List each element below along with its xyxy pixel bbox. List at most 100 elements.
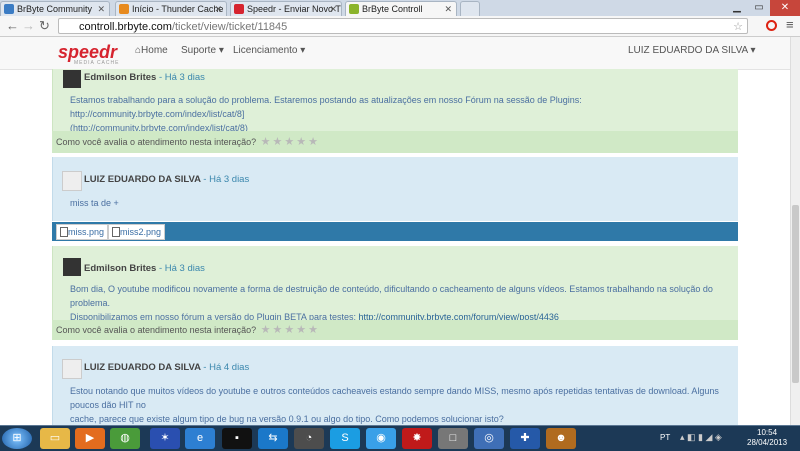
ticket-post: LUIZ EDUARDO DA SILVA - Há 4 dias Estou … (52, 346, 738, 425)
nav-home-label: Home (141, 45, 168, 56)
scrollbar-thumb[interactable] (792, 205, 799, 383)
post-time: - Há 3 dias (158, 263, 205, 274)
rating-star-icon[interactable]: ★ (284, 320, 294, 340)
tab-label: Início - Thunder Cache Pr (132, 4, 227, 14)
browser-tab-brbyte-controll[interactable]: BrByte Controll ✕ (345, 1, 457, 16)
caret-down-icon: ▾ (750, 45, 756, 56)
nav-home[interactable]: ⌂Home (135, 45, 168, 56)
new-tab-button[interactable] (460, 1, 480, 16)
clock-time: 10:54 (757, 428, 778, 437)
author-name: LUIZ EDUARDO DA SILVA (84, 174, 201, 185)
close-tab-icon[interactable]: ✕ (97, 2, 105, 16)
game-app-icon[interactable]: ✸ (402, 428, 432, 449)
tab-label: BrByte Community (17, 4, 93, 14)
rating-star-icon[interactable]: ★ (261, 320, 271, 340)
system-clock[interactable]: 10:54 28/04/2013 (747, 428, 787, 448)
thunder-favicon-icon (119, 4, 129, 14)
avatar (62, 171, 82, 191)
maximize-icon[interactable]: ▭ (748, 0, 770, 16)
nav-support[interactable]: Suporte ▾ (181, 45, 224, 56)
internet-explorer-icon[interactable]: e (185, 428, 215, 449)
rating-star-icon[interactable]: ★ (273, 131, 283, 153)
rating-star-icon[interactable]: ★ (296, 131, 306, 153)
user-menu[interactable]: LUIZ EDUARDO DA SILVA ▾ (628, 45, 755, 56)
media-player-icon[interactable]: ▶ (75, 428, 105, 449)
author-name: Edmilson Brites (84, 263, 157, 274)
url-path: /ticket/view/ticket/11845 (171, 21, 288, 33)
avatar (63, 258, 81, 276)
tab-label: Speedr - Enviar Novo Tópi (247, 4, 341, 14)
brbyte-favicon-icon (4, 4, 14, 14)
attachment-link[interactable]: miss2.png (108, 224, 166, 240)
post-author: LUIZ EDUARDO DA SILVA - Há 4 dias (84, 362, 249, 373)
skype-icon[interactable]: S (330, 428, 360, 449)
language-indicator[interactable]: PT (660, 433, 670, 442)
forward-arrow-icon[interactable]: → (22, 18, 35, 34)
minimize-icon[interactable]: ▁ (726, 0, 748, 16)
ticket-thread: Edmilson Brites - Há 3 dias Estamos trab… (52, 69, 738, 425)
nav-support-label: Suporte (181, 45, 217, 56)
bookmark-star-icon[interactable]: ☆ (733, 19, 743, 35)
rating-star-icon[interactable]: ★ (308, 320, 318, 340)
chrome-icon[interactable]: ◎ (474, 428, 504, 449)
controll-favicon-icon (349, 4, 359, 14)
ticket-post: LUIZ EDUARDO DA SILVA - Há 3 dias miss t… (52, 157, 738, 221)
rating-bar: Como você avalia o atendimento nesta int… (52, 131, 738, 153)
tab-strip: BrByte Community ✕ Início - Thunder Cache… (0, 0, 800, 16)
tray-icons[interactable]: ▴ ◧ ▮ ◢ ◈ (680, 432, 722, 443)
avatar (62, 359, 82, 379)
window-app-icon[interactable]: □ (438, 428, 468, 449)
network-tool-icon[interactable]: ✚ (510, 428, 540, 449)
author-name: Edmilson Brites (84, 72, 157, 83)
browser-tab-thunder-cache[interactable]: Início - Thunder Cache Pr ✕ (115, 1, 227, 16)
opera-extension-icon[interactable] (766, 20, 777, 31)
browser-tab-brbyte-community[interactable]: BrByte Community ✕ (0, 1, 110, 16)
speedr-favicon-icon (234, 4, 244, 14)
url-input[interactable]: controll.brbyte.com/ticket/view/ticket/1… (58, 18, 748, 34)
rating-star-icon[interactable]: ★ (261, 131, 271, 153)
google-earth-icon[interactable]: ◍ (110, 428, 140, 449)
post-body-line: Bom dia, O youtube modificou novamente a… (70, 284, 713, 308)
file-explorer-icon[interactable]: ▭ (40, 428, 70, 449)
close-window-icon[interactable]: ✕ (770, 0, 800, 16)
post-body-line: cache, parece que existe algum tipo de b… (70, 414, 504, 424)
close-tab-icon[interactable]: ✕ (444, 2, 452, 16)
author-name: LUIZ EDUARDO DA SILVA (84, 362, 201, 373)
command-prompt-icon[interactable]: ▪ (222, 428, 252, 449)
url-host: controll.brbyte.com (79, 21, 172, 33)
nav-licensing[interactable]: Licenciamento ▾ (233, 45, 305, 56)
logo-subtitle: MEDIA CACHE (74, 60, 120, 66)
browser-menu-icon[interactable]: ≡ (786, 17, 794, 32)
post-body-line: miss ta de + (70, 198, 119, 208)
bug-app-icon[interactable]: ✶ (150, 428, 180, 449)
post-body: miss ta de + (70, 196, 119, 210)
rating-bar: Como você avalia o atendimento nesta int… (52, 320, 738, 340)
user-menu-label: LUIZ EDUARDO DA SILVA (628, 45, 748, 56)
chat-app-icon[interactable]: ◉ (366, 428, 396, 449)
post-time: - Há 3 dias (158, 72, 205, 83)
close-tab-icon[interactable]: ✕ (214, 2, 222, 16)
teamviewer-icon[interactable]: ⇆ (258, 428, 288, 449)
post-author: Edmilson Brites - Há 3 dias (84, 72, 205, 83)
system-app-icon[interactable]: ◔ (294, 428, 324, 449)
rating-star-icon[interactable]: ★ (296, 320, 306, 340)
rating-star-icon[interactable]: ★ (284, 131, 294, 153)
nav-licensing-label: Licenciamento (233, 45, 298, 56)
browser-tab-speedr[interactable]: Speedr - Enviar Novo Tópi✕ (230, 1, 342, 16)
rating-star-icon[interactable]: ★ (308, 131, 318, 153)
attachments-bar: miss.png miss2.png (52, 222, 738, 241)
caret-down-icon: ▾ (300, 45, 306, 56)
animal-app-icon[interactable]: ☻ (546, 428, 576, 449)
post-body: Estou notando que muitos vídeos do youtu… (70, 384, 738, 425)
post-author: Edmilson Brites - Há 3 dias (84, 263, 205, 274)
tab-label: BrByte Controll (362, 4, 423, 14)
back-arrow-icon[interactable]: ← (6, 18, 19, 34)
close-tab-icon[interactable]: ✕ (329, 2, 337, 16)
rating-star-icon[interactable]: ★ (273, 320, 283, 340)
reload-icon[interactable]: ↻ (39, 18, 50, 34)
post-body: Estamos trabalhando para a solução do pr… (70, 93, 738, 135)
post-body: Bom dia, O youtube modificou novamente a… (70, 282, 738, 324)
attachment-link[interactable]: miss.png (56, 224, 109, 240)
post-time: - Há 4 dias (203, 362, 250, 373)
start-button[interactable]: ⊞ (2, 428, 32, 449)
